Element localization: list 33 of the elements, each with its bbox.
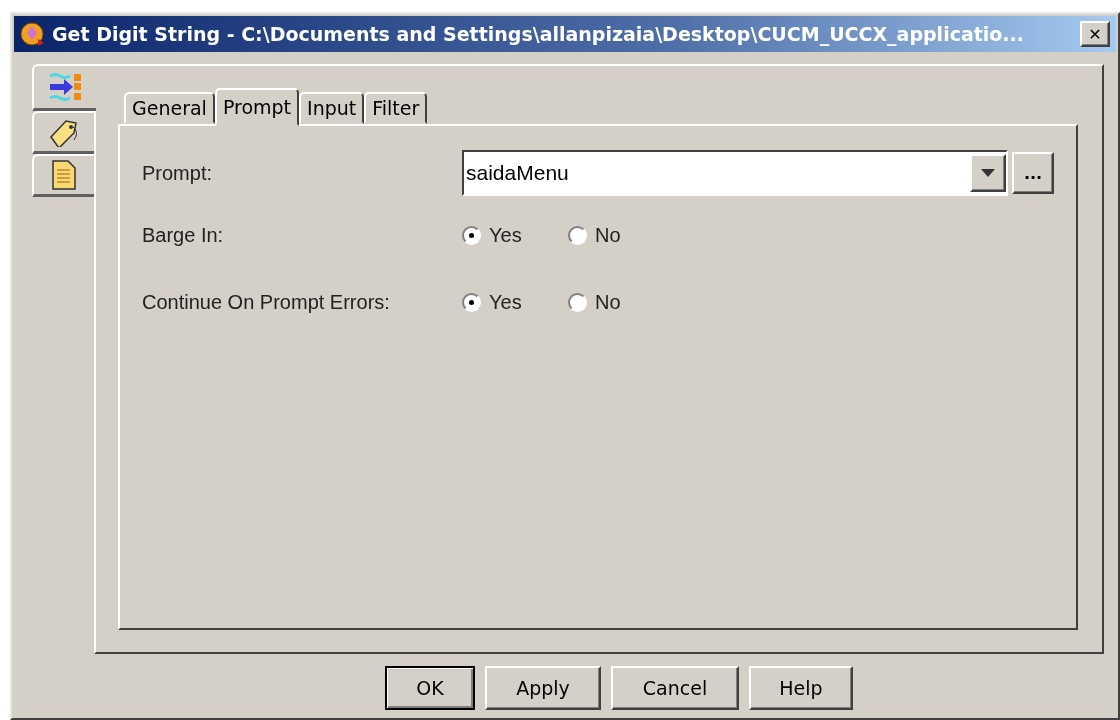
tab[interactable]: Prompt xyxy=(214,88,300,126)
prompt-combo-box[interactable]: saidaMenu xyxy=(462,150,1008,196)
tab[interactable]: General xyxy=(124,92,215,124)
radio-dot[interactable] xyxy=(568,225,587,245)
combo-value: saidaMenu xyxy=(465,161,570,185)
flow-arrow-icon xyxy=(48,72,82,102)
dialog-button[interactable]: Apply xyxy=(485,666,601,710)
radio-option[interactable]: No xyxy=(568,223,674,247)
radio-option[interactable]: Yes xyxy=(462,223,568,247)
close-button[interactable]: ✕ xyxy=(1080,21,1110,47)
window-title: Get Digit String - C:\Documents and Settings\allanpizaia\Desktop\CUCM_UCCX_applicatio... xyxy=(52,23,1026,45)
tab[interactable]: Filter xyxy=(364,92,428,124)
field-label: Barge In: xyxy=(142,223,225,247)
radio-dot[interactable] xyxy=(568,292,587,312)
radio-option[interactable]: Yes xyxy=(462,290,568,314)
browse-button[interactable]: ... xyxy=(1012,152,1054,194)
dialog-button[interactable]: Help xyxy=(749,666,853,710)
dialog-button[interactable]: Cancel xyxy=(611,666,739,710)
tag-icon xyxy=(48,117,80,147)
side-tab[interactable] xyxy=(32,64,96,111)
caret-icon xyxy=(981,169,995,177)
app-icon xyxy=(20,21,46,47)
field-label: Prompt: xyxy=(142,161,214,185)
notes-icon xyxy=(52,160,76,190)
radio-dot[interactable] xyxy=(462,292,481,312)
tab[interactable]: Input xyxy=(299,92,365,124)
radio-dot[interactable] xyxy=(462,225,481,245)
side-tab[interactable] xyxy=(32,111,94,154)
side-tab[interactable] xyxy=(32,154,94,197)
field-label: Continue On Prompt Errors: xyxy=(142,290,391,314)
radio-option[interactable]: No xyxy=(568,290,674,314)
dialog-button[interactable]: OK xyxy=(385,666,475,710)
dropdown-button[interactable] xyxy=(970,154,1006,192)
